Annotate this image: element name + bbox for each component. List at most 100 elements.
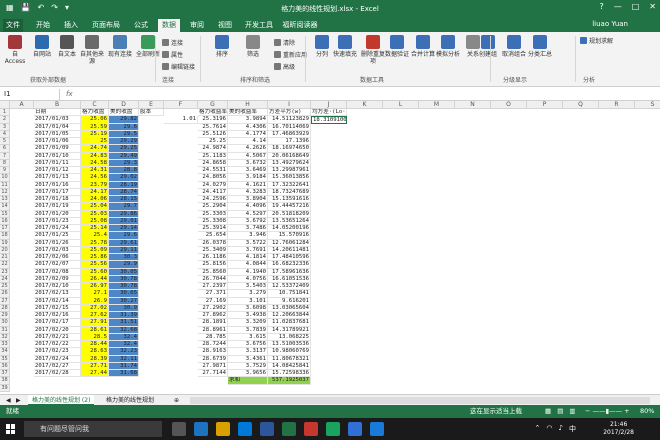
column-header-K[interactable]: K bbox=[347, 101, 383, 109]
view-buttons[interactable]: ▦ ▤ ▥ bbox=[545, 405, 578, 418]
ribbon-btn-0[interactable]: 自 Access bbox=[3, 35, 27, 65]
row-header[interactable]: 16 bbox=[0, 217, 10, 225]
ribbon-small-1[interactable]: 属性 bbox=[162, 50, 183, 59]
column-header-S[interactable]: S bbox=[635, 101, 660, 109]
ribbon-small-4[interactable]: 重新应用 bbox=[274, 50, 307, 59]
row-header[interactable]: 30 bbox=[0, 319, 10, 327]
edge-icon[interactable] bbox=[194, 422, 208, 436]
spreadsheet-grid[interactable]: ABCDEFGHIJKLMNOPQRSTU1234567891011121314… bbox=[0, 101, 660, 394]
row-header[interactable]: 4 bbox=[0, 130, 10, 138]
grid-corner[interactable] bbox=[0, 101, 10, 109]
app3-icon[interactable] bbox=[348, 422, 362, 436]
column-header-G[interactable]: G bbox=[198, 101, 228, 109]
tray-up-icon[interactable]: ⌃ bbox=[535, 424, 541, 434]
ribbon-btn-7[interactable]: 筛选 bbox=[244, 35, 262, 58]
ribbon-btn-17[interactable]: 分类汇总 bbox=[528, 35, 552, 58]
column-header-A[interactable]: A bbox=[10, 101, 34, 109]
user-name[interactable]: liuao Yuan bbox=[592, 20, 628, 28]
tab-1[interactable]: 开始 bbox=[32, 19, 54, 32]
ribbon-small-3[interactable]: 清除 bbox=[274, 38, 295, 47]
tab-5[interactable]: 数据 bbox=[158, 19, 180, 32]
row-header[interactable]: 33 bbox=[0, 341, 10, 349]
ribbon-btn-8[interactable]: 分列 bbox=[310, 35, 334, 58]
row-header[interactable]: 26 bbox=[0, 290, 10, 298]
row-header[interactable]: 9 bbox=[0, 167, 10, 175]
tab-6[interactable]: 审阅 bbox=[186, 19, 208, 32]
row-header[interactable]: 31 bbox=[0, 326, 10, 334]
sheet-scroll[interactable] bbox=[190, 397, 650, 404]
row-header[interactable]: 11 bbox=[0, 181, 10, 189]
close-button[interactable]: ✕ bbox=[649, 2, 656, 11]
column-header-E[interactable]: E bbox=[139, 101, 164, 109]
explorer-icon[interactable] bbox=[216, 422, 230, 436]
app-icon[interactable] bbox=[304, 422, 318, 436]
row-header[interactable]: 6 bbox=[0, 145, 10, 153]
row-header[interactable]: 37 bbox=[0, 370, 10, 378]
fx-icon[interactable]: fx bbox=[66, 89, 73, 100]
row-header[interactable]: 18 bbox=[0, 232, 10, 240]
task-view-icon[interactable] bbox=[172, 422, 186, 436]
minimize-button[interactable]: — bbox=[614, 2, 622, 11]
tab-8[interactable]: 开发工具 bbox=[244, 19, 274, 32]
row-header[interactable]: 20 bbox=[0, 246, 10, 254]
row-header[interactable]: 34 bbox=[0, 348, 10, 356]
column-header-M[interactable]: M bbox=[419, 101, 455, 109]
volume-icon[interactable]: ♪ bbox=[559, 424, 563, 434]
row-header[interactable]: 32 bbox=[0, 333, 10, 341]
row-header[interactable]: 36 bbox=[0, 362, 10, 370]
maximize-button[interactable]: □ bbox=[632, 2, 640, 11]
std-result[interactable]: 18.31091008 bbox=[311, 116, 347, 124]
ribbon-small-0[interactable]: 连接 bbox=[162, 38, 183, 47]
row-header[interactable]: 19 bbox=[0, 239, 10, 247]
row-header[interactable]: 1 bbox=[0, 109, 10, 117]
zoom-level[interactable]: 80% bbox=[640, 405, 654, 418]
ribbon-btn-16[interactable]: 取消组合 bbox=[502, 35, 526, 58]
clock[interactable]: 21:46 2017/2/28 bbox=[603, 421, 634, 437]
ribbon-small-5[interactable]: 高级 bbox=[274, 62, 295, 71]
row-header[interactable]: 13 bbox=[0, 196, 10, 204]
row-header[interactable]: 23 bbox=[0, 268, 10, 276]
row-header[interactable]: 14 bbox=[0, 203, 10, 211]
column-header-N[interactable]: N bbox=[455, 101, 491, 109]
row-header[interactable]: 27 bbox=[0, 297, 10, 305]
word-icon[interactable] bbox=[260, 422, 274, 436]
column-header-P[interactable]: P bbox=[527, 101, 563, 109]
row-header[interactable]: 5 bbox=[0, 138, 10, 146]
row-header[interactable]: 29 bbox=[0, 312, 10, 320]
row-header[interactable]: 35 bbox=[0, 355, 10, 363]
ribbon-btn-12[interactable]: 合并计算 bbox=[411, 35, 435, 58]
ribbon-btn-9[interactable]: 快速填充 bbox=[333, 35, 357, 58]
ribbon-btn-4[interactable]: 现有连接 bbox=[108, 35, 132, 58]
column-header-R[interactable]: R bbox=[599, 101, 635, 109]
row-header[interactable]: 7 bbox=[0, 152, 10, 160]
column-header-B[interactable]: B bbox=[34, 101, 81, 109]
ribbon-btn-11[interactable]: 数据验证 bbox=[385, 35, 409, 58]
column-header-I[interactable]: I bbox=[268, 101, 311, 109]
tab-7[interactable]: 视图 bbox=[214, 19, 236, 32]
row-header[interactable]: 10 bbox=[0, 174, 10, 182]
row-header[interactable]: 15 bbox=[0, 210, 10, 218]
ribbon-btn-1[interactable]: 自网站 bbox=[30, 35, 54, 58]
ribbon-btn-15[interactable]: 创建组 bbox=[476, 35, 500, 58]
store-icon[interactable] bbox=[238, 422, 252, 436]
zoom-slider[interactable]: − ——▮—— + bbox=[585, 405, 630, 418]
language-indicator[interactable]: 中 bbox=[569, 424, 576, 434]
row-header[interactable]: 12 bbox=[0, 188, 10, 196]
ribbon-small-2[interactable]: 编辑链接 bbox=[162, 62, 195, 71]
row-header[interactable]: 21 bbox=[0, 254, 10, 262]
excel-icon[interactable] bbox=[282, 422, 296, 436]
row-header[interactable]: 25 bbox=[0, 283, 10, 291]
column-header-O[interactable]: O bbox=[491, 101, 527, 109]
row-header[interactable]: 22 bbox=[0, 261, 10, 269]
ribbon-btn-5[interactable]: 全部刷新 bbox=[136, 35, 160, 58]
column-header-L[interactable]: L bbox=[383, 101, 419, 109]
ribbon-btn-3[interactable]: 自其他来源 bbox=[80, 35, 104, 65]
row-header[interactable]: 17 bbox=[0, 225, 10, 233]
row-header[interactable]: 39 bbox=[0, 384, 10, 392]
row-header[interactable]: 24 bbox=[0, 275, 10, 283]
ribbon-btn-13[interactable]: 模拟分析 bbox=[436, 35, 460, 58]
name-box[interactable]: I1 bbox=[2, 89, 60, 100]
ribbon-btn-10[interactable]: 删除重复项 bbox=[361, 35, 385, 65]
tab-3[interactable]: 页面布局 bbox=[88, 19, 124, 32]
app4-icon[interactable] bbox=[370, 422, 384, 436]
